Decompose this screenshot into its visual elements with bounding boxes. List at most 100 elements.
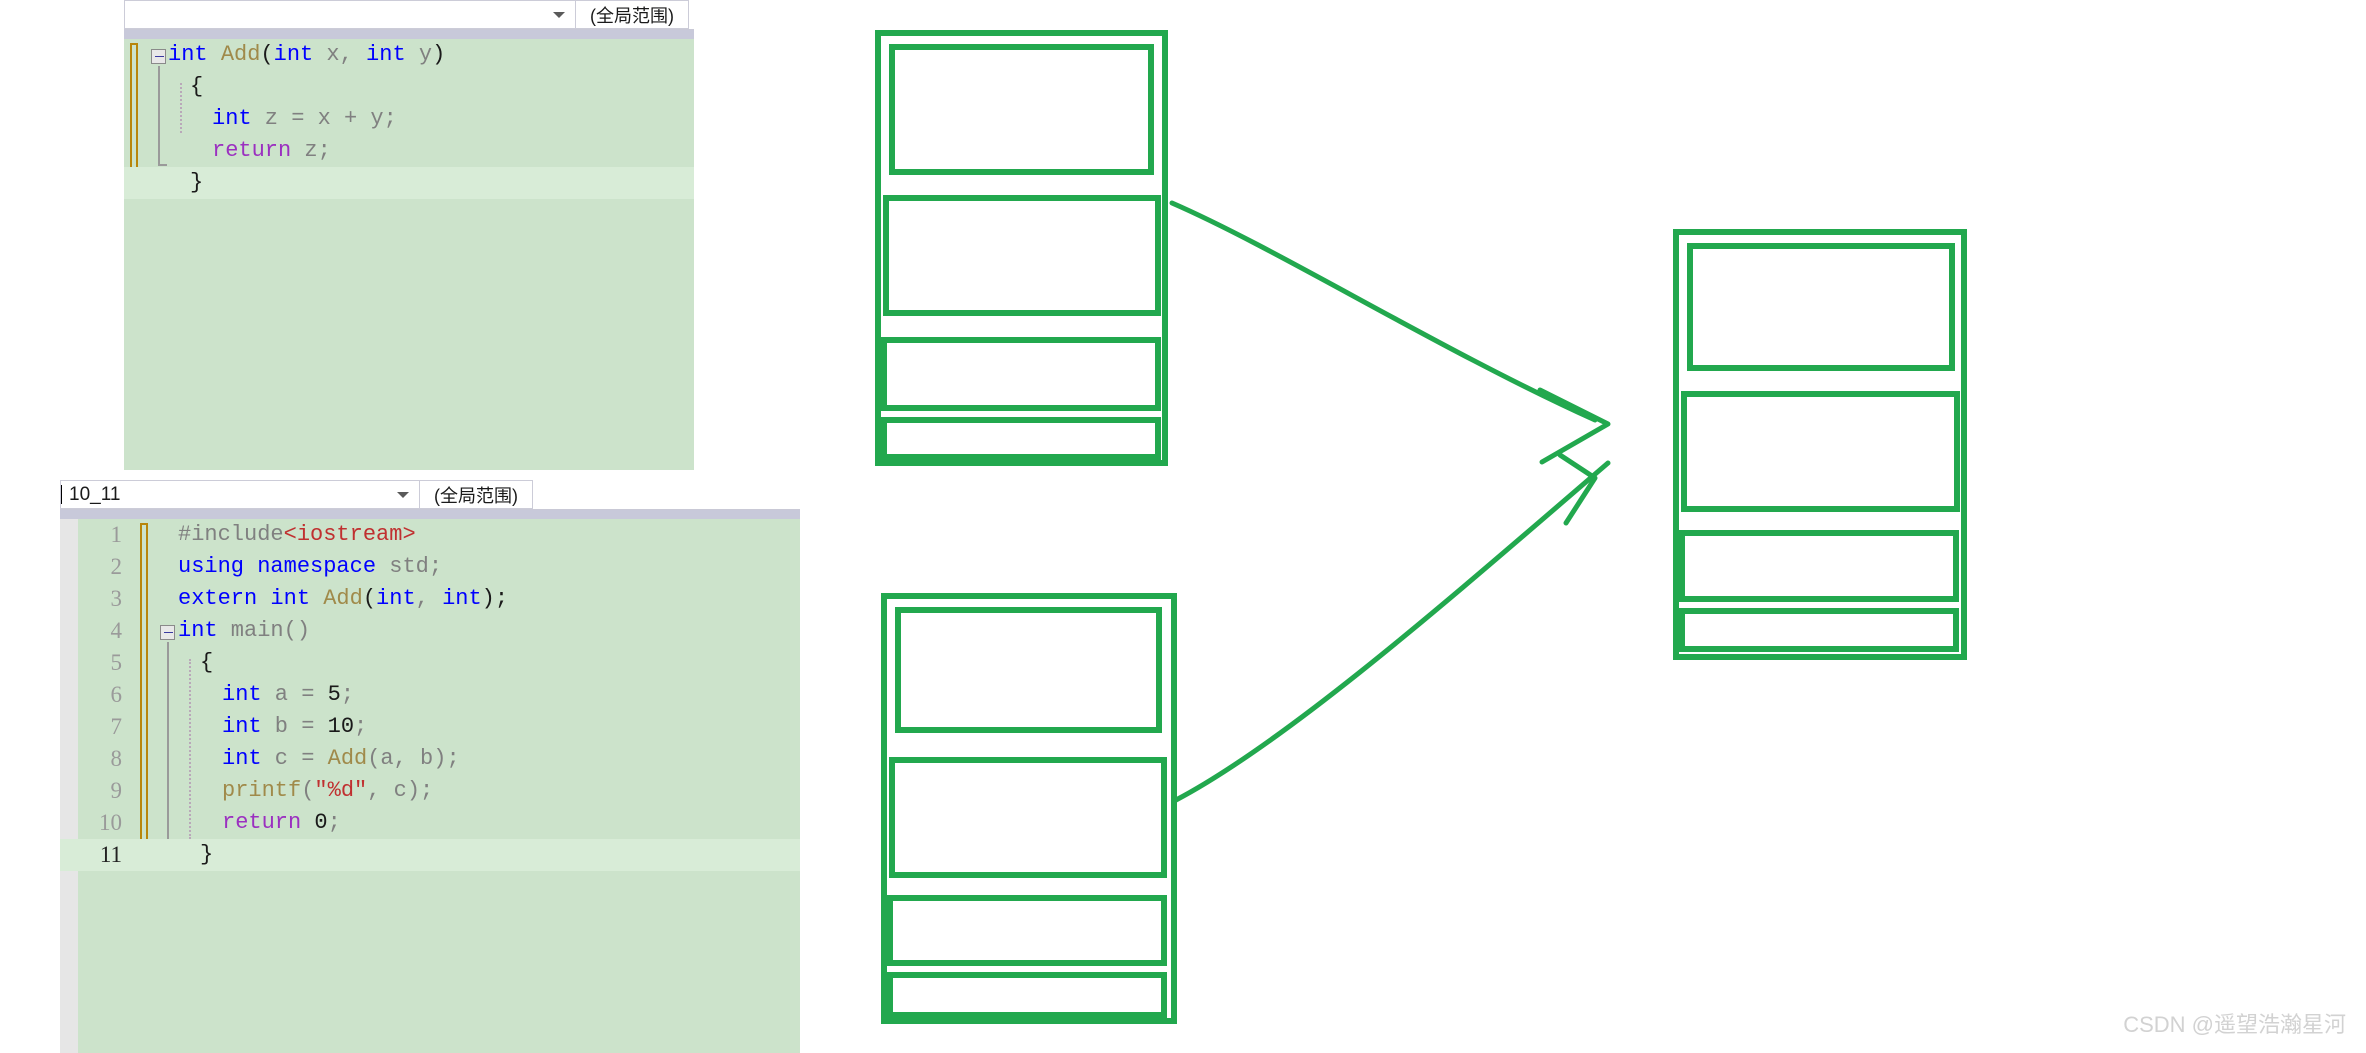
code-line: 8 int c = Add(a, b); bbox=[60, 743, 800, 775]
code-token: Add bbox=[327, 746, 368, 771]
code-token: ; bbox=[327, 810, 341, 835]
code-text: { bbox=[200, 647, 213, 679]
code-line: 9 printf("%d", c); bbox=[60, 775, 800, 807]
code-line: 10 return 0; bbox=[60, 807, 800, 839]
code-line: } bbox=[124, 167, 694, 199]
scope-dropdown-top[interactable]: (全局范围) bbox=[576, 0, 689, 29]
object-file-add-section-3 bbox=[881, 417, 1161, 460]
code-text: int c = Add(a, b); bbox=[222, 743, 460, 775]
navbar-underline-bottom bbox=[60, 510, 800, 519]
code-surface-bottom[interactable]: 1 #include<iostream> 2 using namespace std;… bbox=[60, 519, 800, 1053]
arrow-main-to-exe-line bbox=[1173, 460, 1611, 803]
code-text: extern int Add(int, int); bbox=[178, 583, 508, 615]
code-text: } bbox=[190, 167, 203, 199]
chevron-down-icon[interactable] bbox=[553, 11, 565, 18]
code-token: ; bbox=[340, 682, 355, 707]
code-token: z = x + y; bbox=[251, 106, 397, 131]
member-dropdown-value-bottom: 10_11 bbox=[69, 483, 121, 505]
code-token: Add bbox=[323, 586, 363, 611]
editor-navbar-top: (全局范围) bbox=[124, 0, 694, 30]
code-token: int bbox=[222, 714, 262, 739]
executable-file-section-1 bbox=[1681, 391, 1960, 512]
executable-file-section-3 bbox=[1679, 608, 1959, 652]
navbar-underline-top bbox=[124, 30, 694, 39]
code-token: main() bbox=[217, 618, 311, 643]
code-token: int bbox=[366, 42, 406, 67]
member-dropdown-top[interactable] bbox=[124, 0, 576, 29]
code-line: return z; bbox=[124, 135, 694, 167]
code-line: 2 using namespace std; bbox=[60, 551, 800, 583]
chevron-down-icon[interactable] bbox=[397, 491, 409, 498]
line-number: 11 bbox=[99, 842, 122, 867]
object-file-main-section-3 bbox=[887, 972, 1167, 1018]
code-line: 3 extern int Add(int, int); bbox=[60, 583, 800, 615]
arrow-add-to-exe-line bbox=[1169, 200, 1598, 423]
code-text: using namespace std; bbox=[178, 551, 442, 583]
object-file-main-section-2 bbox=[887, 895, 1167, 966]
code-token: ( bbox=[260, 42, 274, 67]
code-text: int main() bbox=[178, 615, 310, 647]
code-text: int a = 5; bbox=[222, 679, 354, 711]
line-number: 10 bbox=[99, 810, 122, 835]
line-number: 8 bbox=[110, 746, 123, 771]
code-text: return z; bbox=[212, 135, 331, 167]
code-token: (a, b); bbox=[367, 746, 460, 771]
code-line: { bbox=[124, 71, 694, 103]
code-token: a = bbox=[261, 682, 328, 707]
line-number: 2 bbox=[110, 554, 123, 579]
object-file-add-section-1 bbox=[883, 195, 1161, 316]
object-file-main-section-1 bbox=[889, 757, 1167, 878]
code-token: c = bbox=[261, 746, 328, 771]
executable-file-section-0 bbox=[1687, 243, 1955, 371]
code-token: <iostream> bbox=[283, 522, 416, 547]
code-token: , bbox=[415, 586, 443, 611]
code-token: 10 bbox=[327, 714, 355, 739]
code-line: 11} bbox=[60, 839, 800, 871]
code-line: 4 int main() bbox=[60, 615, 800, 647]
line-number: 7 bbox=[110, 714, 123, 739]
code-token: extern int bbox=[178, 586, 311, 611]
code-token: ( bbox=[301, 778, 315, 803]
code-token: int bbox=[212, 106, 252, 131]
code-token: y bbox=[405, 42, 433, 67]
line-number: 4 bbox=[110, 618, 123, 643]
code-token: int bbox=[442, 586, 482, 611]
line-number: 5 bbox=[110, 650, 123, 675]
member-dropdown-bottom[interactable]: 10_11 bbox=[60, 480, 420, 509]
code-lines-top: int Add(int x, int y){int z = x + y; retu… bbox=[124, 39, 694, 199]
code-line: int z = x + y; bbox=[124, 103, 694, 135]
code-token: { bbox=[200, 650, 214, 675]
scope-dropdown-bottom[interactable]: (全局范围) bbox=[420, 480, 533, 509]
code-token: } bbox=[200, 842, 214, 867]
code-token: #include bbox=[178, 522, 284, 547]
code-token: "%d" bbox=[314, 778, 368, 803]
line-number: 6 bbox=[110, 682, 123, 707]
code-token: { bbox=[190, 74, 204, 99]
object-file-add-section-0 bbox=[889, 44, 1154, 175]
code-editor-panel-main: 10_11 (全局范围) 1 #include<iostream> 2 using n… bbox=[60, 480, 800, 1053]
code-line: 7 int b = 10; bbox=[60, 711, 800, 743]
code-token: int bbox=[168, 42, 208, 67]
code-token: , c); bbox=[367, 778, 434, 803]
executable-file-section-2 bbox=[1679, 530, 1959, 602]
line-number: 3 bbox=[110, 586, 123, 611]
code-line: 5{ bbox=[60, 647, 800, 679]
code-token: std; bbox=[376, 554, 443, 579]
arrow-add-to-exe bbox=[1169, 200, 1611, 465]
code-token: ) bbox=[432, 42, 446, 67]
line-number: 1 bbox=[110, 522, 123, 547]
code-token: int bbox=[273, 42, 314, 67]
code-text: int z = x + y; bbox=[212, 103, 397, 135]
object-file-add-section-2 bbox=[881, 337, 1161, 411]
code-surface-top[interactable]: int Add(int x, int y){int z = x + y; retu… bbox=[124, 39, 694, 470]
code-line: int Add(int x, int y) bbox=[124, 39, 694, 71]
code-token: printf bbox=[222, 778, 302, 803]
code-text: int b = 10; bbox=[222, 711, 367, 743]
watermark: CSDN @遥望浩瀚星河 bbox=[2123, 1012, 2346, 1037]
code-text: printf("%d", c); bbox=[222, 775, 433, 807]
executable-file-outline bbox=[1673, 229, 1967, 660]
code-text: return 0; bbox=[222, 807, 341, 839]
